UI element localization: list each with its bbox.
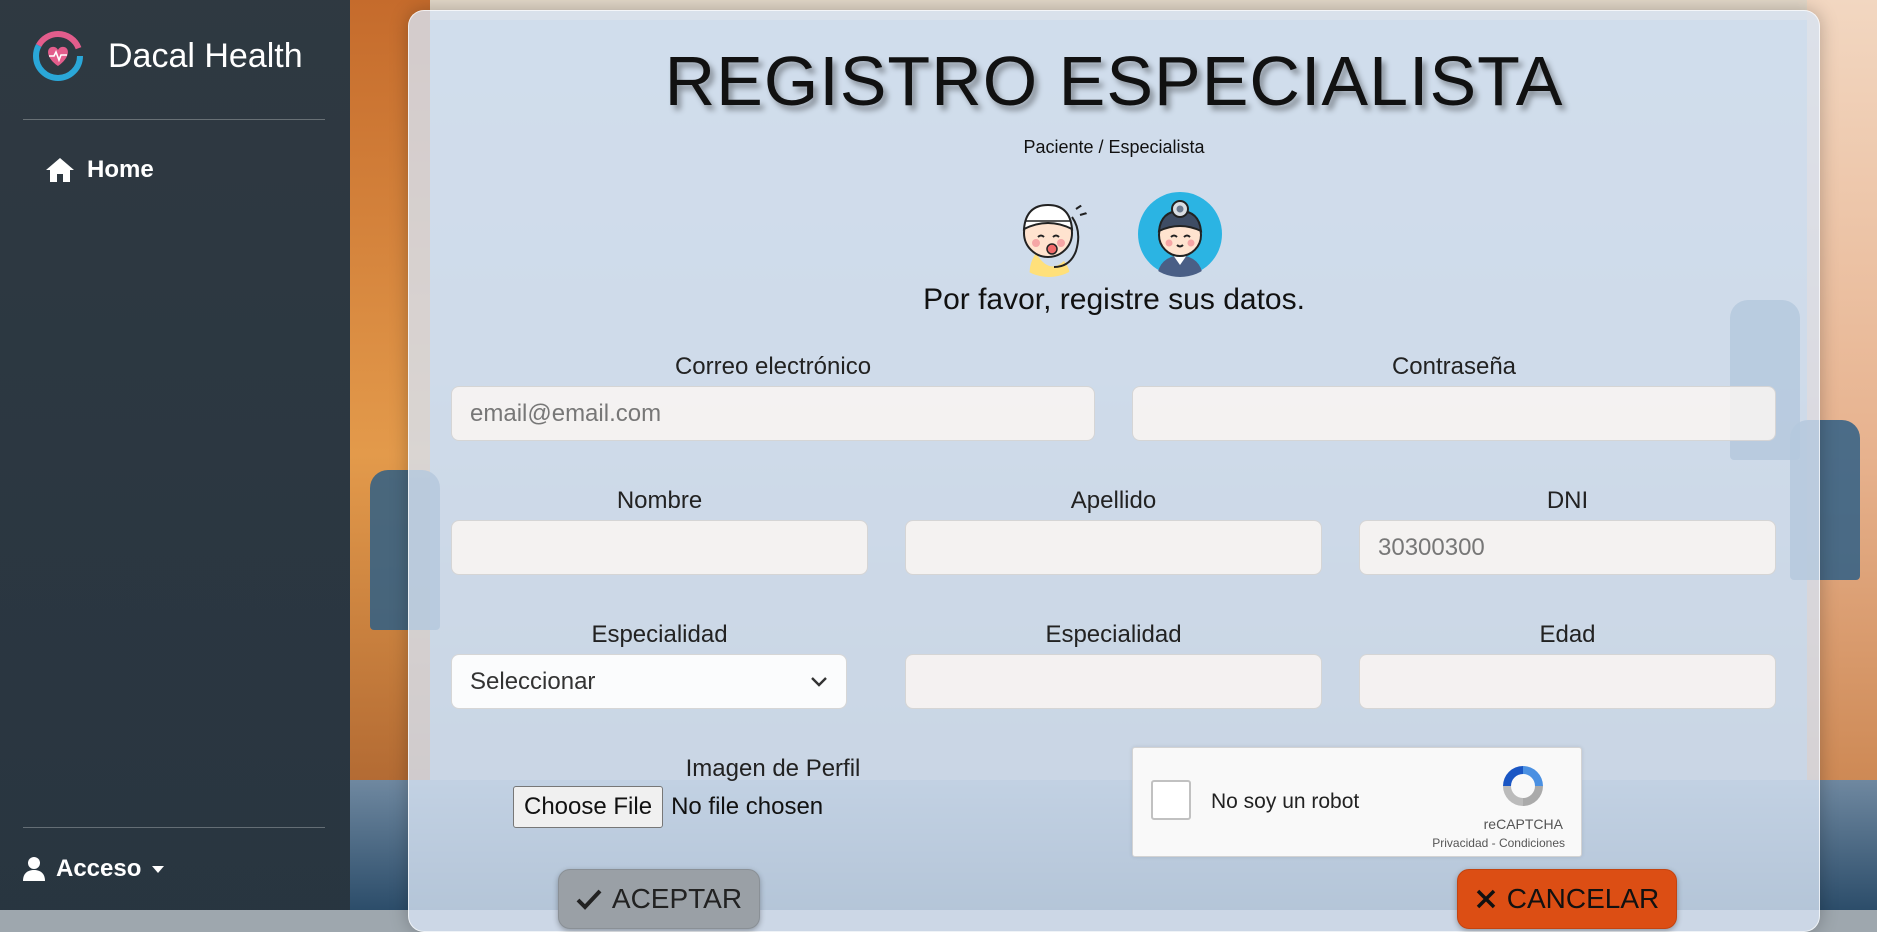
- sidebar: Dacal Health Home Acceso: [0, 0, 350, 910]
- brand-name: Dacal Health: [108, 36, 303, 75]
- first-name-field[interactable]: [451, 520, 868, 575]
- recaptcha-brand: reCAPTCHA: [1483, 816, 1563, 832]
- email-label: Correo electrónico: [674, 353, 872, 380]
- user-icon: [23, 857, 45, 881]
- sidebar-item-home[interactable]: Home: [45, 156, 154, 184]
- logo-icon: [33, 31, 83, 81]
- first-name-label: Nombre: [616, 487, 703, 514]
- recaptcha-logo-icon: [1503, 766, 1543, 806]
- specialist-avatar-icon[interactable]: [1137, 191, 1223, 277]
- profile-image-label: Imagen de Perfil: [685, 755, 861, 782]
- dni-label: DNI: [1546, 487, 1589, 514]
- file-status: No file chosen: [671, 793, 824, 820]
- chevron-down-icon: [811, 676, 827, 687]
- home-icon: [46, 158, 74, 182]
- cancel-label: CANCELAR: [1506, 883, 1660, 914]
- access-dropdown[interactable]: Acceso: [22, 855, 165, 883]
- specialty-text-label: Especialidad: [1045, 621, 1182, 648]
- email-field[interactable]: email@email.com: [451, 386, 1095, 441]
- dni-field[interactable]: 30300300: [1359, 520, 1776, 575]
- caret-down-icon: [152, 866, 165, 873]
- profile-image-input: Choose File No file chosen: [513, 786, 823, 828]
- recaptcha-links[interactable]: Privacidad - Condiciones: [1432, 836, 1565, 850]
- specialty-text-field[interactable]: [905, 654, 1322, 709]
- last-name-field[interactable]: [905, 520, 1322, 575]
- sidebar-overlay: [0, 0, 350, 910]
- cancel-button[interactable]: CANCELAR: [1457, 869, 1677, 929]
- age-label: Edad: [1539, 621, 1596, 648]
- accept-button[interactable]: ACEPTAR: [558, 869, 760, 929]
- registration-card: REGISTRO ESPECIALISTA Paciente / Especia…: [408, 10, 1820, 932]
- brand[interactable]: Dacal Health: [32, 30, 303, 82]
- email-placeholder: email@email.com: [470, 399, 662, 427]
- choose-file-button[interactable]: Choose File: [513, 786, 664, 828]
- last-name-label: Apellido: [1070, 487, 1157, 514]
- patient-avatar-icon[interactable]: [1006, 191, 1092, 277]
- times-icon: [1476, 889, 1495, 909]
- role-subtitle: Paciente / Especialista: [1023, 137, 1205, 157]
- accept-label: ACEPTAR: [611, 883, 743, 914]
- password-label: Contraseña: [1391, 353, 1517, 380]
- password-field[interactable]: [1132, 386, 1776, 441]
- access-label: Acceso: [56, 855, 142, 882]
- recaptcha-checkbox[interactable]: [1151, 780, 1191, 820]
- sidebar-divider: [23, 827, 325, 828]
- recaptcha-widget: No soy un robot reCAPTCHA Privacidad - C…: [1132, 747, 1582, 857]
- specialty-select-value: Seleccionar: [470, 667, 596, 695]
- check-icon: [576, 889, 602, 910]
- dni-placeholder: 30300300: [1378, 533, 1485, 561]
- intro-text: Por favor, registre sus datos.: [923, 283, 1305, 316]
- age-field[interactable]: [1359, 654, 1776, 709]
- sidebar-item-label: Home: [87, 156, 154, 183]
- page-title: REGISTRO ESPECIALISTA: [664, 42, 1564, 120]
- recaptcha-label: No soy un robot: [1211, 790, 1360, 813]
- specialty-select[interactable]: Seleccionar: [451, 654, 847, 709]
- specialty-select-label: Especialidad: [591, 621, 728, 648]
- role-avatars: [409, 191, 1819, 277]
- sidebar-divider: [23, 119, 325, 120]
